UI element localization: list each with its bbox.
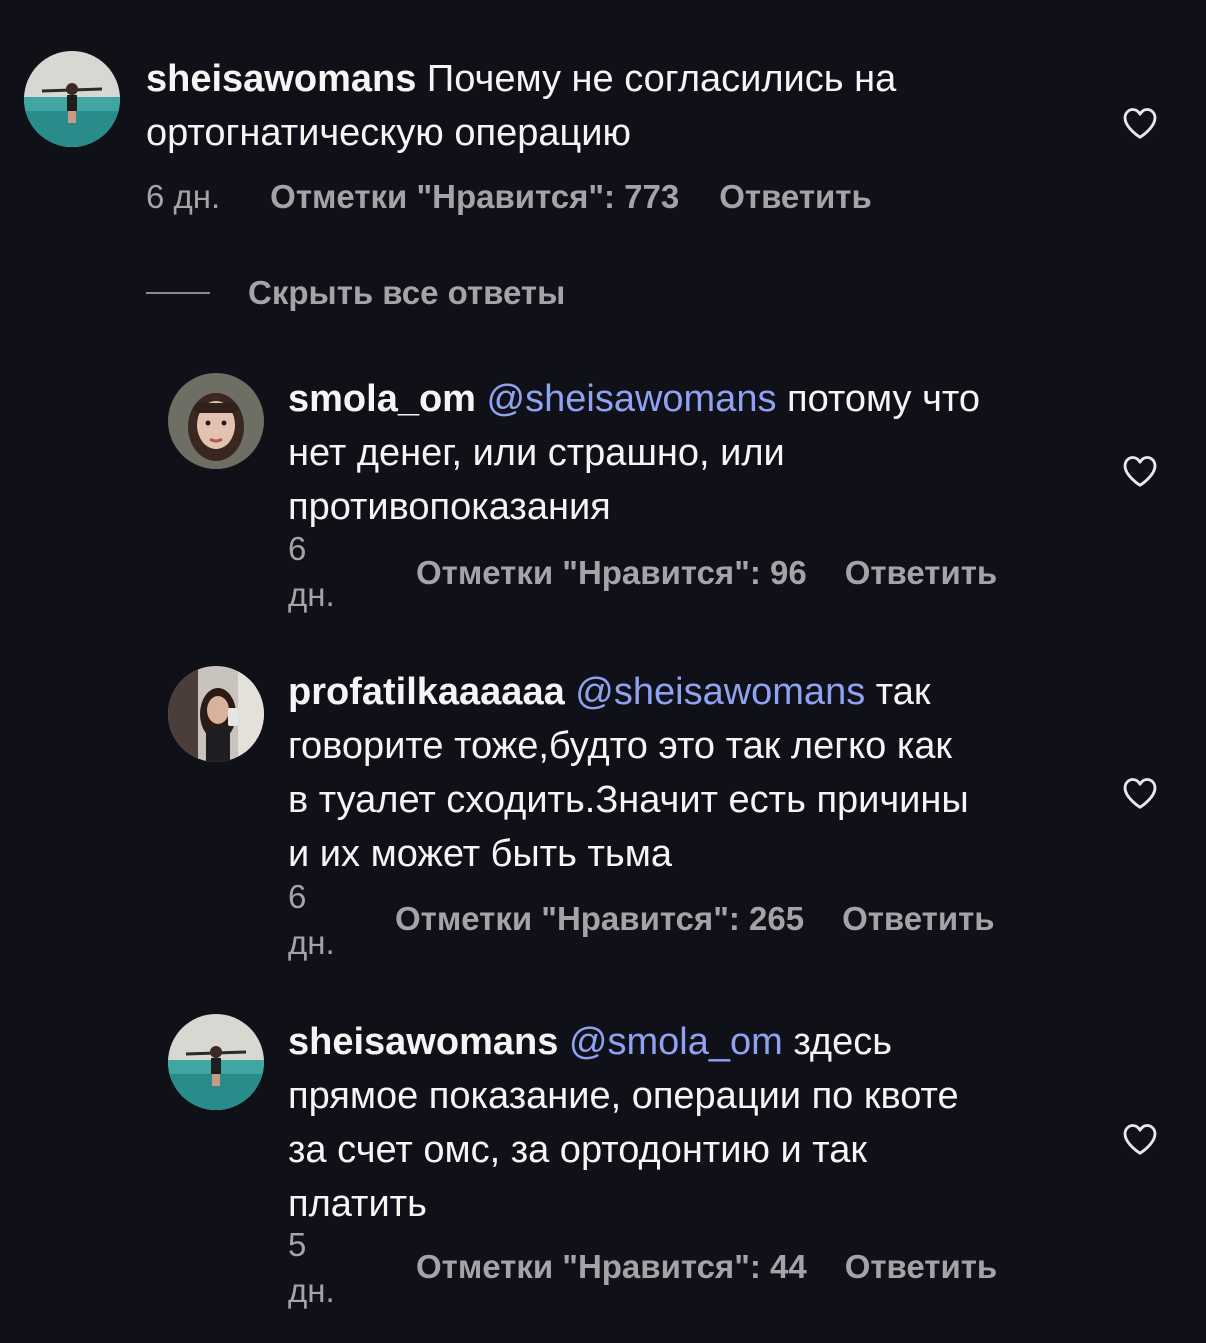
comment-username[interactable]: profatilkaaaaaa [288, 671, 565, 713]
divider [146, 292, 210, 294]
comment-username[interactable]: sheisawomans [288, 1021, 558, 1063]
comment-meta: Отметки "Нравится": 265 Ответить [395, 898, 995, 940]
comment-body-line: ортогнатическую операцию [146, 112, 631, 154]
comment-body-line: потому что [787, 378, 981, 420]
reply-comment: smola_om @sheisawomans потому что нет де… [0, 360, 1206, 620]
comment-body-line: так [875, 671, 931, 713]
comment-text: smola_om @sheisawomans потому что нет де… [288, 372, 1088, 534]
comment-meta: Отметки "Нравится": 44 Ответить [416, 1246, 997, 1288]
heart-outline-icon[interactable] [1122, 1122, 1158, 1156]
comment-time: 5 дн. [288, 1222, 348, 1314]
avatar[interactable] [168, 666, 264, 762]
comment-time-number: 6 [288, 530, 307, 567]
comment-username[interactable]: sheisawomans [146, 58, 416, 100]
reply-button[interactable]: Ответить [845, 1248, 998, 1286]
likes-count-button[interactable]: Отметки "Нравится": 44 [416, 1248, 807, 1286]
comment-text: sheisawomans @smola_om здесь прямое пока… [288, 1015, 1108, 1231]
comment-time-number: 6 [288, 878, 307, 915]
comment-body-line: и их может быть тьма [288, 833, 672, 875]
reply-button[interactable]: Ответить [845, 554, 998, 592]
comment-body-line: в туалет сходить.Значит есть причины [288, 779, 969, 821]
heart-outline-icon[interactable] [1122, 106, 1158, 140]
comment-time-unit: дн. [288, 924, 335, 961]
comment-body-line: говорите тоже,будто это так легко как [288, 725, 953, 767]
comment: sheisawomans Почему не согласились на ор… [0, 0, 1206, 240]
reply-button[interactable]: Ответить [842, 900, 995, 938]
avatar[interactable] [24, 51, 120, 147]
mention-link[interactable]: @sheisawomans [487, 378, 777, 420]
comment-body-line: здесь [793, 1021, 893, 1063]
comment-text: profatilkaaaaaa @sheisawomans так говори… [288, 665, 1108, 881]
avatar-selfie-icon [168, 666, 264, 762]
comment-body-line: нет денег, или страшно, или [288, 432, 785, 474]
comment-meta: Отметки "Нравится": 96 Ответить [416, 552, 997, 594]
heart-outline-icon[interactable] [1122, 454, 1158, 488]
hide-replies-label: Скрыть все ответы [248, 274, 566, 311]
comment-body-line: противопоказания [288, 486, 611, 528]
comment-time: 6 дн. [288, 526, 348, 618]
comment-username[interactable]: smola_om [288, 378, 476, 420]
comment-time: 6 дн. [146, 178, 221, 215]
comment-time: 6 дн. [288, 874, 348, 966]
avatar-portrait-icon [168, 373, 264, 469]
avatar[interactable] [168, 373, 264, 469]
comment-body-line: за счет омс, за ортодонтию и так [288, 1129, 868, 1171]
likes-count-button[interactable]: Отметки "Нравится": 265 [395, 900, 804, 938]
reply-comment: sheisawomans @smola_om здесь прямое пока… [0, 1000, 1206, 1330]
comment-time-unit: дн. [288, 576, 335, 613]
mention-link[interactable]: @smola_om [569, 1021, 783, 1063]
avatar-pool-icon [24, 51, 120, 147]
avatar[interactable] [168, 1014, 264, 1110]
heart-outline-icon[interactable] [1122, 776, 1158, 810]
avatar-pool-icon [168, 1014, 264, 1110]
comment-time-number: 5 [288, 1226, 307, 1263]
comment-body-line: прямое показание, операции по квоте [288, 1075, 959, 1117]
comment-time-unit: дн. [288, 1272, 335, 1309]
reply-comment: profatilkaaaaaa @sheisawomans так говори… [0, 652, 1206, 972]
reply-button[interactable]: Ответить [719, 178, 872, 216]
comment-body-line: платить [288, 1183, 427, 1225]
hide-replies-button[interactable]: Скрыть все ответы [146, 274, 565, 312]
likes-count-button[interactable]: Отметки "Нравится": 96 [416, 554, 807, 592]
likes-count-button[interactable]: Отметки "Нравится": 773 [270, 178, 679, 216]
mention-link[interactable]: @sheisawomans [575, 671, 865, 713]
comment-meta: 6 дн. Отметки "Нравится": 773 Ответить [146, 176, 872, 218]
comment-text: sheisawomans Почему не согласились на ор… [146, 52, 1066, 160]
comment-body-line: Почему не согласились на [426, 58, 897, 100]
